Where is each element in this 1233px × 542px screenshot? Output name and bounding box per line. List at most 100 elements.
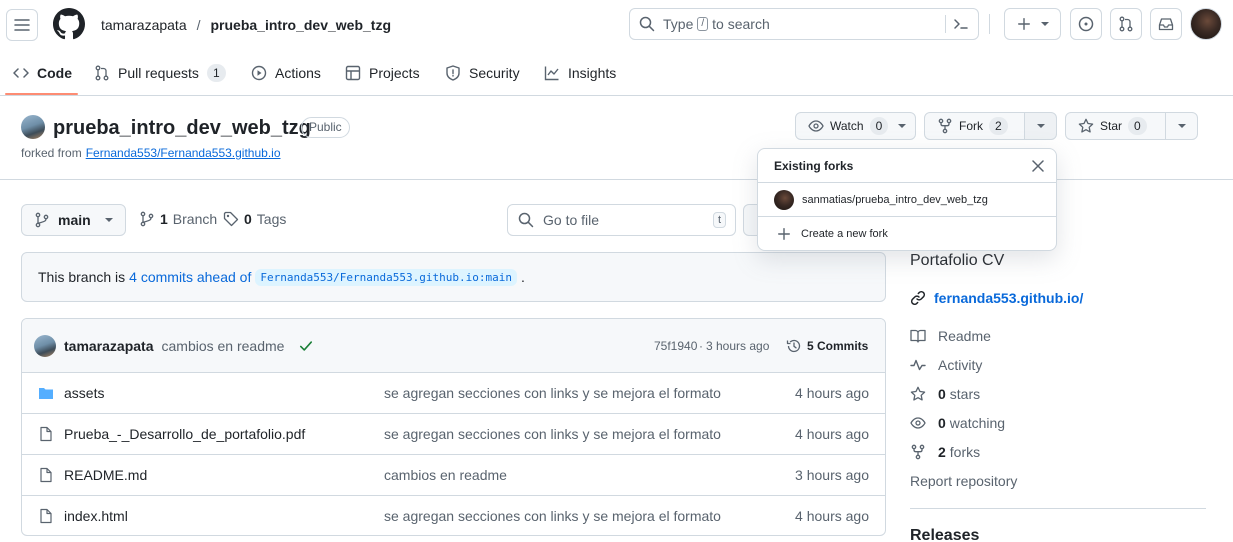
tab-label: Pull requests bbox=[118, 65, 199, 81]
existing-forks-popup: Existing forks sanmatias/prueba_intro_de… bbox=[757, 148, 1057, 251]
tags-label: Tags bbox=[256, 211, 287, 227]
star-icon bbox=[1078, 118, 1094, 133]
owner-link[interactable]: tamarazapata bbox=[101, 17, 187, 33]
caret-down-icon bbox=[1036, 124, 1045, 128]
branches-count: 1 bbox=[160, 211, 168, 227]
plus-icon bbox=[778, 227, 790, 240]
tab-insights[interactable]: Insights bbox=[544, 60, 616, 86]
command-palette-icon[interactable] bbox=[953, 16, 969, 32]
watch-button[interactable]: Watch 0 bbox=[795, 112, 916, 140]
star-icon bbox=[910, 386, 926, 401]
file-row-assets[interactable]: assets se agregan secciones con links y … bbox=[22, 372, 885, 413]
file-table: tamarazapata cambios en readme 75f1940 ·… bbox=[21, 318, 886, 536]
shield-icon bbox=[446, 65, 460, 81]
popup-title: Existing forks bbox=[774, 158, 854, 173]
pull-requests-button[interactable] bbox=[1110, 8, 1142, 40]
branch-select-button[interactable]: main bbox=[21, 204, 126, 236]
file-icon bbox=[40, 508, 52, 524]
commit-dot: · bbox=[699, 338, 703, 353]
search-input[interactable]: Type / to search bbox=[629, 8, 979, 40]
search-placeholder-suffix: to search bbox=[712, 16, 770, 32]
star-dropdown-button[interactable] bbox=[1165, 112, 1198, 140]
inbox-button[interactable] bbox=[1150, 8, 1182, 40]
file-commit-message[interactable]: se agregan secciones con links y se mejo… bbox=[384, 426, 721, 442]
star-count: 0 bbox=[1128, 117, 1147, 135]
sidebar-stars[interactable]: 0 stars bbox=[910, 386, 980, 402]
sidebar-divider bbox=[910, 508, 1206, 509]
branches-link[interactable]: 1 Branch bbox=[139, 211, 217, 227]
tab-security[interactable]: Security bbox=[445, 60, 520, 86]
file-row-pdf[interactable]: Prueba_-_Desarrollo_de_portafolio.pdf se… bbox=[22, 413, 885, 454]
create-new-button[interactable] bbox=[1004, 8, 1061, 40]
header-bottom-border bbox=[0, 95, 1233, 96]
file-commit-time: 4 hours ago bbox=[795, 385, 869, 401]
repo-title[interactable]: prueba_intro_dev_web_tzg bbox=[53, 115, 311, 141]
website-link[interactable]: fernanda553.github.io/ bbox=[910, 290, 1083, 306]
commit-message[interactable]: cambios en readme bbox=[162, 338, 285, 354]
create-new-fork-item[interactable]: Create a new fork bbox=[758, 217, 1056, 250]
fork-list-item[interactable]: sanmatias/prueba_intro_dev_web_tzg bbox=[758, 183, 1056, 217]
sidebar-activity[interactable]: Activity bbox=[910, 357, 982, 373]
tab-actions[interactable]: Actions bbox=[251, 60, 321, 86]
fork-button[interactable]: Fork 2 bbox=[924, 112, 1025, 140]
user-avatar[interactable] bbox=[1190, 8, 1222, 40]
file-name[interactable]: Prueba_-_Desarrollo_de_portafolio.pdf bbox=[64, 426, 305, 442]
website-url: fernanda553.github.io/ bbox=[934, 290, 1084, 306]
file-name[interactable]: assets bbox=[64, 385, 104, 401]
report-repository-link[interactable]: Report repository bbox=[910, 473, 1017, 489]
search-icon bbox=[639, 16, 655, 32]
file-commit-message[interactable]: cambios en readme bbox=[384, 467, 507, 483]
fork-dropdown-button[interactable] bbox=[1024, 112, 1057, 140]
about-description: Portafolio CV bbox=[910, 252, 1005, 269]
github-logo-icon[interactable] bbox=[53, 8, 85, 40]
file-commit-time: 3 hours ago bbox=[795, 467, 869, 483]
file-commit-message[interactable]: se agregan secciones con links y se mejo… bbox=[384, 508, 721, 524]
tab-label: Actions bbox=[275, 65, 321, 81]
releases-heading[interactable]: Releases bbox=[910, 527, 979, 542]
forked-from-link[interactable]: Fernanda553/Fernanda553.github.io bbox=[86, 146, 281, 160]
tab-code[interactable]: Code bbox=[13, 60, 72, 86]
ahead-notice: This branch is 4 commits ahead of Fernan… bbox=[21, 252, 886, 302]
file-name[interactable]: README.md bbox=[64, 467, 147, 483]
issues-button[interactable] bbox=[1070, 8, 1102, 40]
search-shortcut-key: / bbox=[697, 17, 709, 31]
repo-owner-avatar bbox=[21, 115, 45, 139]
sidebar-watching[interactable]: 0 watching bbox=[910, 415, 1005, 431]
tab-pull-requests[interactable]: Pull requests 1 bbox=[94, 60, 226, 86]
sidebar-activity-label: Activity bbox=[938, 357, 983, 373]
issue-icon bbox=[1078, 16, 1094, 32]
star-button[interactable]: Star 0 bbox=[1065, 112, 1166, 140]
commit-hash[interactable]: 75f1940 bbox=[654, 339, 697, 353]
file-commit-time: 4 hours ago bbox=[795, 508, 869, 524]
go-to-file-shortcut: t bbox=[712, 212, 726, 228]
close-icon[interactable] bbox=[1032, 160, 1044, 172]
stars-count: 0 bbox=[938, 386, 946, 402]
pull-request-icon bbox=[95, 65, 109, 81]
file-row-index[interactable]: index.html se agregan secciones con link… bbox=[22, 495, 885, 535]
sidebar-forks[interactable]: 2 forks bbox=[910, 444, 980, 460]
fork-repo-name: sanmatias/prueba_intro_dev_web_tzg bbox=[802, 193, 988, 206]
branch-name: main bbox=[58, 212, 91, 228]
fork-icon bbox=[938, 118, 952, 134]
go-to-file-placeholder: Go to file bbox=[543, 212, 600, 228]
repo-link[interactable]: prueba_intro_dev_web_tzg bbox=[211, 17, 392, 33]
inbox-icon bbox=[1158, 18, 1174, 31]
graph-icon bbox=[544, 66, 559, 81]
check-icon bbox=[300, 340, 313, 351]
go-to-file-input[interactable]: Go to file t bbox=[507, 204, 736, 236]
forks-count: 2 bbox=[938, 444, 946, 460]
menu-button[interactable] bbox=[6, 9, 38, 41]
tags-link[interactable]: 0 Tags bbox=[223, 211, 286, 227]
fork-count: 2 bbox=[989, 117, 1008, 135]
link-icon bbox=[910, 290, 926, 306]
file-name[interactable]: index.html bbox=[64, 508, 128, 524]
sidebar-readme[interactable]: Readme bbox=[910, 328, 991, 344]
ahead-compare-link[interactable]: 4 commits ahead of bbox=[129, 269, 251, 285]
commits-link[interactable]: 5 Commits bbox=[786, 338, 868, 354]
tab-projects[interactable]: Projects bbox=[345, 60, 420, 86]
file-row-readme[interactable]: README.md cambios en readme 3 hours ago bbox=[22, 454, 885, 495]
commit-author[interactable]: tamarazapata bbox=[64, 338, 154, 354]
tab-label: Insights bbox=[568, 65, 617, 81]
latest-commit-bar: tamarazapata cambios en readme 75f1940 ·… bbox=[22, 319, 885, 372]
file-commit-message[interactable]: se agregan secciones con links y se mejo… bbox=[384, 385, 721, 401]
